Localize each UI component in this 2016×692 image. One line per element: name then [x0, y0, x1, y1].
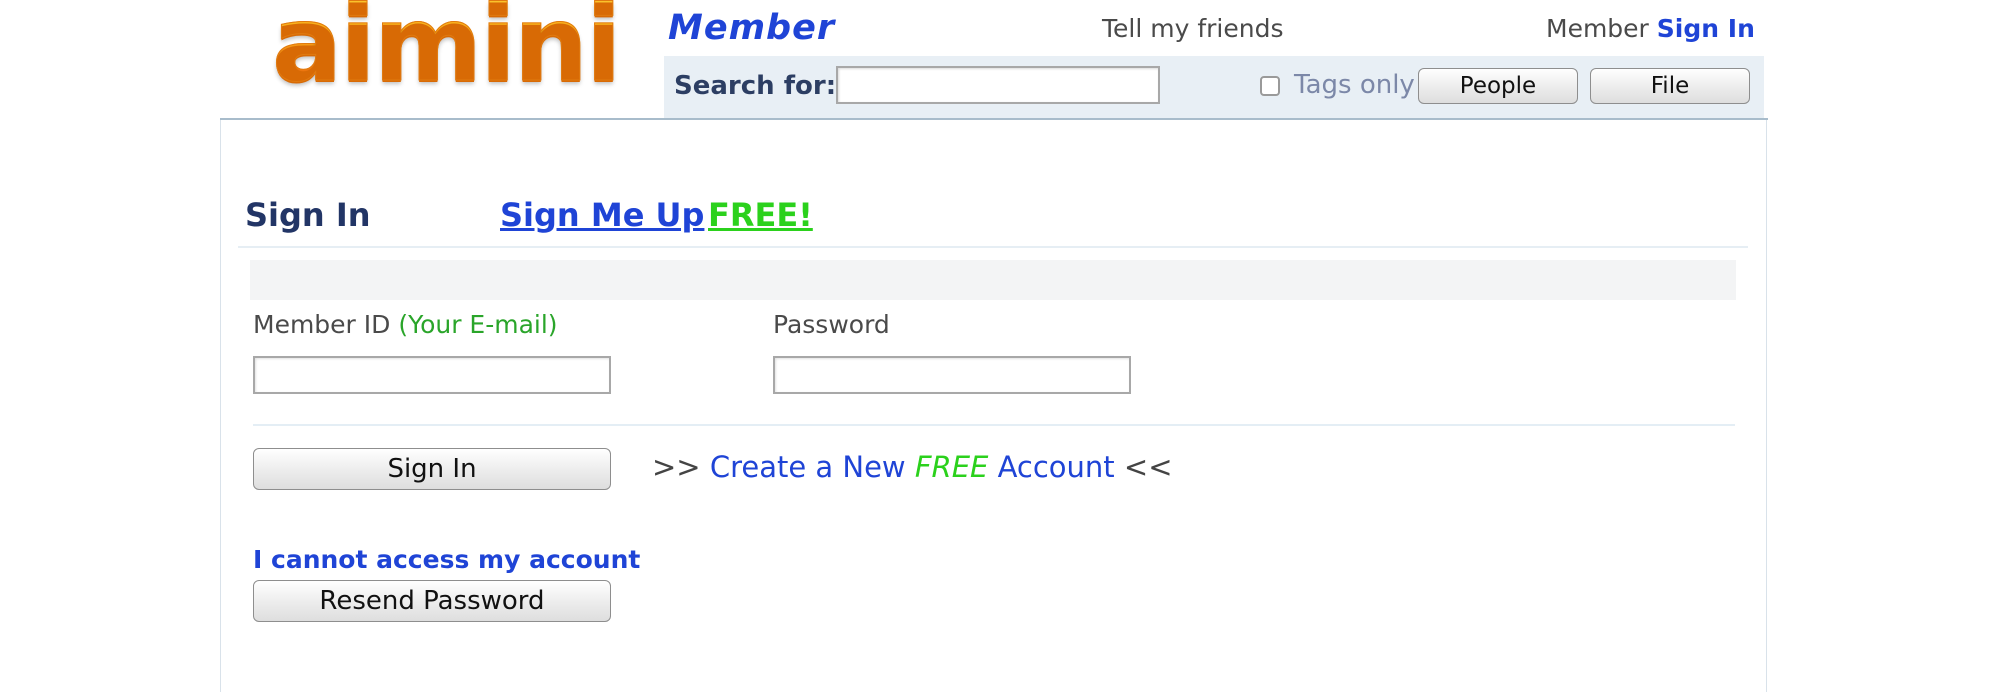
resend-password-button[interactable]: Resend Password [253, 580, 611, 622]
create-text-2: Account [997, 450, 1115, 484]
aimini-logo[interactable]: aimini [272, 0, 623, 97]
file-search-button[interactable]: File [1590, 68, 1750, 104]
member-id-input[interactable] [253, 356, 611, 394]
search-input[interactable] [836, 66, 1160, 104]
people-search-button[interactable]: People [1418, 68, 1578, 104]
tab-sign-in[interactable]: Sign In [245, 196, 371, 234]
content-frame-right [1766, 120, 1767, 692]
search-label: Search for: [674, 71, 837, 101]
password-label: Password [773, 310, 890, 339]
header-divider [220, 118, 1768, 120]
tab-free-badge[interactable]: FREE! [708, 196, 813, 234]
create-account-line: >> Create a New FREE Account << [652, 450, 1173, 484]
create-suffix: << [1123, 450, 1173, 484]
header-sign-in-link[interactable]: Sign In [1657, 14, 1755, 43]
tab-sign-me-up[interactable]: Sign Me Up [500, 196, 704, 234]
content-frame-left [220, 120, 221, 692]
tags-only-label: Tags only [1294, 70, 1415, 100]
create-account-link[interactable]: Create a New FREE Account [710, 450, 1115, 484]
member-id-label: Member ID (Your E-mail) [253, 310, 558, 339]
member-prefix: Member [1546, 14, 1649, 43]
tell-my-friends-link[interactable]: Tell my friends [1102, 14, 1283, 43]
sign-in-button[interactable]: Sign In [253, 448, 611, 490]
tags-only-checkbox[interactable] [1260, 76, 1280, 96]
form-header-band [250, 260, 1736, 300]
create-text-free: FREE [914, 450, 989, 484]
create-prefix: >> [652, 450, 701, 484]
section-title: Member [668, 8, 836, 48]
member-id-label-text: Member ID [253, 310, 391, 339]
cannot-access-link[interactable]: I cannot access my account [253, 545, 640, 574]
member-signin-area: Member Sign In [1546, 14, 1755, 43]
logo-text: aimini [272, 0, 623, 105]
tabs-divider [238, 246, 1748, 248]
member-id-hint: (Your E-mail) [398, 310, 558, 339]
form-divider [253, 424, 1735, 426]
password-input[interactable] [773, 356, 1131, 394]
create-text-1: Create a New [709, 450, 906, 484]
